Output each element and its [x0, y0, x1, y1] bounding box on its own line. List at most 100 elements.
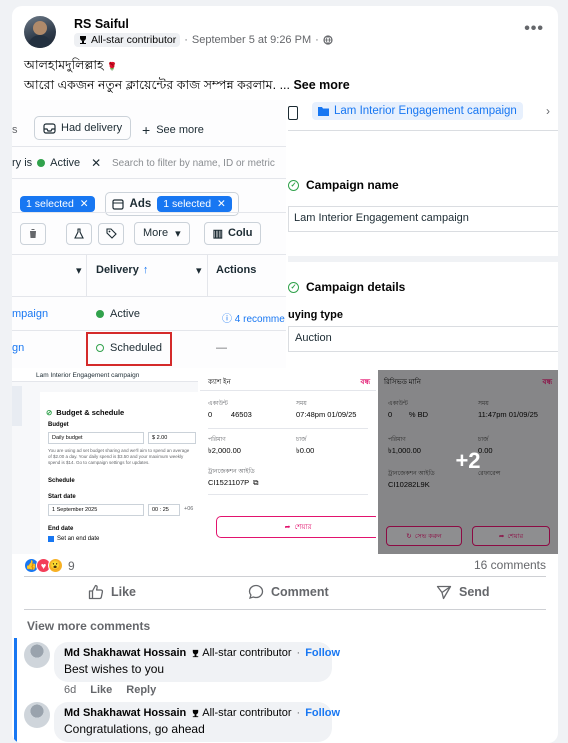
columns-button[interactable]: ▥ Colu: [203, 222, 262, 245]
like-button[interactable]: Like: [88, 584, 136, 600]
badge-label: All-star contributor: [91, 34, 177, 46]
author-name[interactable]: RS Saiful: [74, 17, 129, 31]
comment-bubble: Md Shakhawat Hossain All-star contributo…: [54, 702, 340, 742]
selected-label: 1 selected: [163, 198, 212, 210]
comment-author[interactable]: Md Shakhawat Hossain: [64, 707, 186, 719]
share-button[interactable]: ➦ শেয়ার: [216, 516, 376, 538]
inbox-icon: [43, 122, 56, 134]
see-more-filters[interactable]: + See more: [142, 122, 204, 138]
tag-button[interactable]: [98, 222, 124, 245]
budget-type-select[interactable]: Daily budget: [48, 432, 144, 444]
start-date-input[interactable]: 1 September 2025: [48, 504, 144, 516]
receipt-title: ক্যাশ ইন: [208, 379, 231, 386]
test-button[interactable]: [66, 222, 92, 245]
campaign-row-2-name[interactable]: gn: [12, 342, 24, 354]
buying-type-label: uying type: [288, 309, 344, 321]
more-dropdown[interactable]: More ▾: [134, 222, 190, 245]
buying-type-select[interactable]: Auction: [288, 326, 558, 352]
campaign-name-input[interactable]: Lam Interior Engagement campaign: [288, 206, 558, 232]
caret-down-icon[interactable]: ▾: [196, 264, 202, 277]
column-delivery[interactable]: Delivery ↑: [96, 264, 148, 276]
recommendations-link[interactable]: ⓘ 4 recomme: [222, 310, 285, 325]
commenter-avatar[interactable]: [24, 702, 50, 728]
post-media-grid[interactable]: s Had delivery + See more ry is Active ✕…: [12, 100, 558, 554]
caret-down-icon[interactable]: ▾: [76, 264, 82, 277]
budget-input[interactable]: $ 2.00: [148, 432, 196, 444]
comments-count[interactable]: 16 comments: [474, 558, 546, 572]
follow-button[interactable]: Follow: [305, 707, 340, 719]
filter-chip[interactable]: ry is Active ✕: [12, 156, 101, 170]
end-date-label: End date: [48, 526, 74, 532]
start-time-input[interactable]: 00 : 25: [148, 504, 180, 516]
globe-icon: [323, 35, 333, 45]
sidebar-toggle-icon[interactable]: [288, 106, 298, 120]
see-more-link[interactable]: See more: [293, 78, 349, 92]
post-time[interactable]: September 5 at 9:26 PM: [192, 34, 311, 46]
share-label: শেয়ার: [294, 524, 312, 531]
account-label: একাউন্ট: [208, 401, 228, 407]
fee-label: চার্জ: [296, 437, 307, 443]
check-circle-icon: ✓: [288, 179, 299, 191]
comment-like-button[interactable]: Like: [90, 684, 112, 696]
author-avatar[interactable]: [24, 16, 56, 48]
ads-selected-chip[interactable]: 1 selected ✕: [157, 196, 232, 212]
campaigns-selected-chip[interactable]: 1 selected ✕: [20, 196, 95, 212]
post-text: আলহামদুলিল্লাহ 🌹 আরো একজন নতুন ক্লায়েন্…: [24, 56, 546, 94]
search-input[interactable]: Search to filter by name, ID or metric: [112, 158, 275, 169]
media-cash-in-receipt[interactable]: ক্যাশ ইন বন্ধ একাউন্ট 0 46503 সময় 07:48…: [200, 370, 376, 554]
trophy-icon: [193, 649, 199, 657]
budget-label: Budget: [48, 422, 69, 428]
comment-meta: 6d Like Reply: [64, 684, 156, 696]
end-date-checkbox[interactable]: Set an end date: [48, 536, 99, 542]
contributor-badge[interactable]: All-star contributor: [191, 647, 292, 659]
filter-chip-label: ry is: [12, 157, 33, 169]
view-more-comments-link[interactable]: View more comments: [27, 619, 150, 633]
campaign-row-1-name[interactable]: mpaign: [12, 308, 48, 320]
media-ads-manager[interactable]: s Had delivery + See more ry is Active ✕…: [12, 100, 286, 368]
like-label: Like: [111, 585, 137, 599]
plus-icon: +: [142, 122, 151, 138]
chevron-right-icon: ›: [546, 104, 550, 118]
see-more-filters-label: See more: [156, 124, 204, 136]
follow-button[interactable]: Follow: [305, 647, 340, 659]
breadcrumb-label: Lam Interior Engagement campaign: [334, 105, 517, 117]
filter-status: Active: [50, 157, 81, 169]
column-actions[interactable]: Actions: [216, 264, 256, 276]
thumbs-up-icon: [88, 584, 104, 600]
send-button[interactable]: Send: [436, 584, 490, 600]
columns-icon: ▥: [212, 228, 223, 240]
commenter-avatar[interactable]: [24, 642, 50, 668]
media-campaign-settings[interactable]: Lam Interior Engagement campaign › ✓ Cam…: [288, 100, 558, 368]
delivery-status-scheduled: Scheduled: [96, 342, 162, 354]
contributor-badge[interactable]: All-star contributor: [191, 707, 292, 719]
actions-empty: —: [216, 342, 227, 354]
trash-icon: [29, 229, 37, 238]
close-button[interactable]: বন্ধ: [361, 376, 370, 388]
campaign-details-heading: ✓ Campaign details: [288, 280, 405, 294]
time-value: 07:48pm 01/09/25: [296, 410, 357, 419]
comment-button[interactable]: Comment: [248, 584, 329, 600]
badge-label: All-star contributor: [202, 647, 292, 659]
active-dot-icon: [96, 310, 104, 318]
transaction-id-label: ট্রানজেকশন আইডি: [208, 469, 255, 475]
copy-icon[interactable]: ⧉: [253, 478, 258, 488]
amount-value: ৳2,000.00: [208, 446, 241, 455]
more-options-icon[interactable]: •••: [524, 20, 544, 38]
status-label: Active: [110, 308, 140, 320]
comment-author[interactable]: Md Shakhawat Hossain: [64, 647, 186, 659]
media-budget-schedule[interactable]: Lam Interior Engagement campaign ⊘ Budget…: [12, 370, 198, 554]
had-delivery-button[interactable]: Had delivery: [34, 116, 132, 140]
column-delivery-label: Delivery: [96, 264, 139, 276]
start-date-label: Start date: [48, 494, 76, 500]
delete-button[interactable]: [20, 222, 46, 245]
more-photos-count[interactable]: +2: [378, 448, 558, 474]
comment-reply-button[interactable]: Reply: [126, 684, 156, 696]
comment-age[interactable]: 6d: [64, 684, 76, 696]
comment-text: Best wishes to you: [64, 662, 165, 676]
contributor-badge[interactable]: All-star contributor: [74, 33, 181, 47]
reaction-summary[interactable]: 👍 ♥ 😮 9: [24, 558, 75, 573]
breadcrumb[interactable]: Lam Interior Engagement campaign: [36, 372, 139, 379]
breadcrumb[interactable]: Lam Interior Engagement campaign: [312, 102, 523, 120]
campaign-name-heading: ✓ Campaign name: [288, 178, 399, 192]
close-icon[interactable]: ✕: [91, 156, 101, 170]
